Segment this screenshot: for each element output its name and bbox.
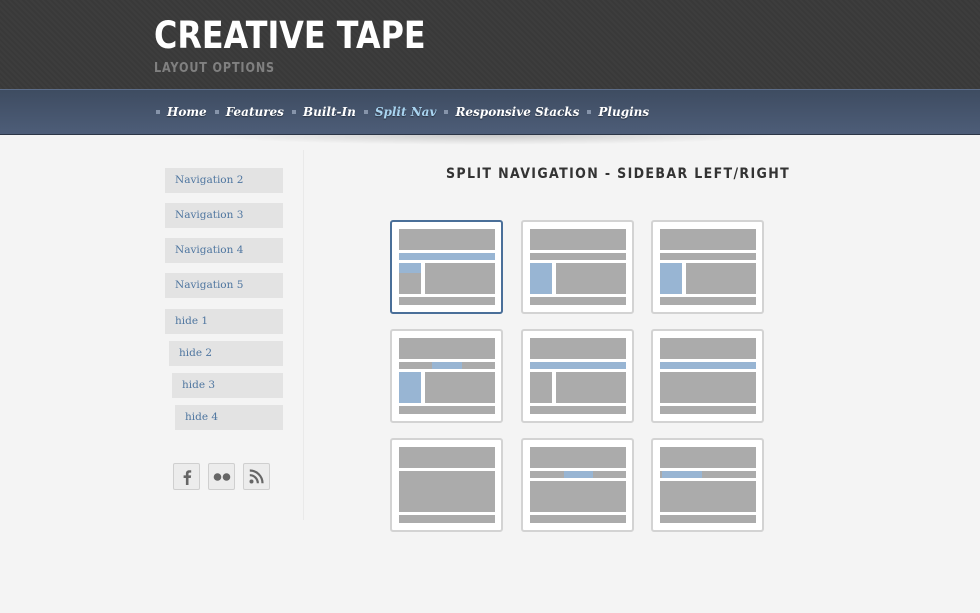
layout-highlight-block [530,263,552,294]
layout-block [530,447,626,468]
nav-item-home[interactable]: Home [156,105,207,119]
nav-shadow [200,135,780,145]
layout-thumbnail-9[interactable] [651,438,764,532]
layout-block [399,447,495,468]
layout-block [530,229,626,250]
layout-highlight-block [660,263,682,294]
layout-block [399,406,495,414]
layout-block [660,372,756,403]
layout-block [660,447,756,468]
nav-link-plugins[interactable]: Plugins [598,105,649,119]
layout-block [660,481,756,512]
layout-block [660,406,756,414]
layout-block [660,253,756,260]
nav-link-split-nav[interactable]: Split Nav [375,105,437,119]
layout-highlight-block [399,263,421,273]
layout-block [399,338,495,359]
site-header: CREATIVE TAPE LAYOUT OPTIONS [0,0,980,89]
nav-bullet [363,110,368,114]
layout-block [399,229,495,250]
site-title[interactable]: CREATIVE TAPE [154,14,426,58]
nav-bullet [444,110,449,114]
layout-block [530,297,626,305]
facebook-icon[interactable] [173,463,200,490]
site-subtitle: LAYOUT OPTIONS [154,61,275,76]
sidebar-item-navigation-3[interactable]: Navigation 3 [165,203,283,228]
layout-highlight-block [564,471,593,478]
layout-block [530,338,626,359]
layout-block [425,372,495,403]
sidebar-item-navigation-4[interactable]: Navigation 4 [165,238,283,263]
main-navigation: Home Features Built-In Split Nav Respons… [0,89,980,135]
layout-block [530,253,626,260]
flickr-icon[interactable] [208,463,235,490]
layout-highlight-block [530,362,626,369]
layout-block [660,229,756,250]
nav-bullet [587,110,592,114]
sidebar-item-hide-3[interactable]: hide 3 [172,373,283,398]
nav-link-home[interactable]: Home [167,105,207,119]
nav-item-features[interactable]: Features [214,105,284,119]
layout-block [530,481,626,512]
layout-block [399,471,495,512]
layout-highlight-block [660,362,756,369]
layout-thumbnail-7[interactable] [390,438,503,532]
nav-item-plugins[interactable]: Plugins [587,105,649,119]
layout-highlight-block [399,372,421,403]
rss-icon[interactable] [243,463,270,490]
sidebar-divider [303,150,304,520]
layout-block [556,372,626,403]
layout-block [530,372,552,403]
layout-highlight-block [432,362,462,369]
layout-thumbnail-2[interactable] [521,220,634,314]
nav-bullet [214,110,219,114]
nav-item-responsive-stacks[interactable]: Responsive Stacks [444,105,579,119]
layout-block [686,263,756,294]
nav-link-built-in[interactable]: Built-In [303,105,356,119]
layout-thumbnail-1[interactable] [390,220,503,314]
layout-block [660,515,756,523]
layout-block [399,297,495,305]
layout-block [556,263,626,294]
layout-thumbnail-5[interactable] [521,329,634,423]
layout-block [660,338,756,359]
nav-link-responsive-stacks[interactable]: Responsive Stacks [455,105,579,119]
sidebar-item-hide-4[interactable]: hide 4 [175,405,283,430]
layout-thumbnail-8[interactable] [521,438,634,532]
layout-block [399,515,495,523]
layout-thumbnail-4[interactable] [390,329,503,423]
nav-bullet [291,110,296,114]
layout-highlight-block [399,253,495,260]
nav-item-built-in[interactable]: Built-In [291,105,356,119]
layout-thumbnail-6[interactable] [651,329,764,423]
layout-block [530,406,626,414]
sidebar-item-hide-1[interactable]: hide 1 [165,309,283,334]
layout-thumbnail-3[interactable] [651,220,764,314]
layout-block [660,297,756,305]
layout-block [530,515,626,523]
nav-item-split-nav[interactable]: Split Nav [363,105,437,119]
sidebar-item-navigation-5[interactable]: Navigation 5 [165,273,283,298]
nav-link-features[interactable]: Features [226,105,284,119]
nav-bullet [156,110,160,114]
section-title: SPLIT NAVIGATION - SIDEBAR LEFT/RIGHT [445,166,791,182]
layout-highlight-block [662,471,702,478]
sidebar-item-hide-2[interactable]: hide 2 [169,341,283,366]
layout-block [425,263,495,294]
sidebar-item-navigation-2[interactable]: Navigation 2 [165,168,283,193]
